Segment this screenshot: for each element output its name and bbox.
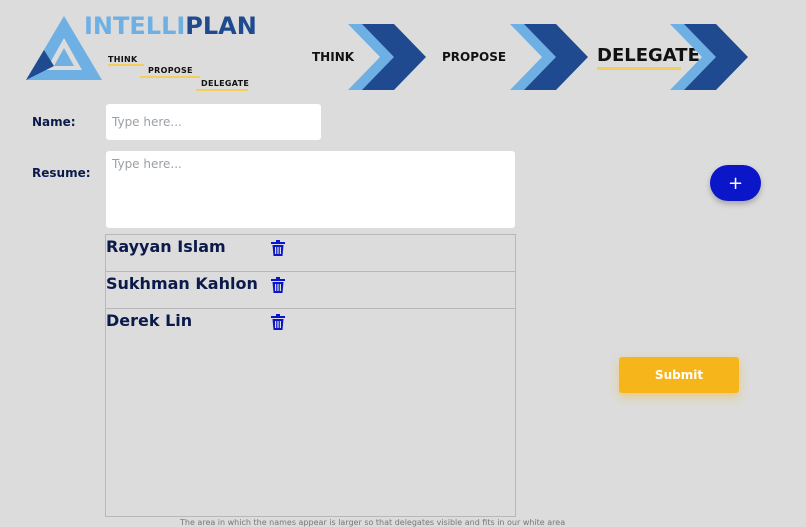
trash-icon[interactable] — [271, 277, 285, 293]
resume-textarea[interactable] — [106, 151, 515, 228]
trash-icon[interactable] — [271, 314, 285, 330]
list-item: Sukhman Kahlon — [106, 272, 515, 309]
brand-name-part2: PLAN — [185, 12, 257, 40]
tagline-underline — [108, 64, 144, 66]
brand-name-part1: INTELLI — [84, 12, 186, 40]
submit-button[interactable]: Submit — [619, 357, 739, 393]
brand-name: INTELLIPLAN — [84, 14, 257, 38]
resume-label: Resume: — [32, 166, 91, 180]
active-step-underline — [597, 67, 681, 70]
tagline-propose: PROPOSE — [148, 66, 193, 75]
delegate-name: Sukhman Kahlon — [106, 274, 258, 293]
tagline-underline — [140, 76, 200, 78]
add-delegate-button[interactable]: + — [710, 165, 761, 201]
delegate-list: Rayyan Islam Sukhman Kahlon Derek Lin — [105, 234, 516, 517]
list-item: Rayyan Islam — [106, 235, 515, 272]
chevron-right-icon — [670, 24, 748, 90]
chevron-right-icon — [348, 24, 426, 90]
step-propose-label: PROPOSE — [442, 50, 507, 64]
delegate-name: Derek Lin — [106, 311, 193, 330]
tagline-think: THINK — [108, 55, 138, 64]
list-item: Derek Lin — [106, 309, 515, 346]
tagline-delegate: DELEGATE — [201, 79, 250, 88]
trash-icon[interactable] — [271, 240, 285, 256]
chevron-right-icon — [510, 24, 588, 90]
tagline-underline — [196, 89, 248, 91]
delegate-name: Rayyan Islam — [106, 237, 226, 256]
name-input[interactable] — [106, 104, 321, 140]
name-label: Name: — [32, 115, 76, 129]
